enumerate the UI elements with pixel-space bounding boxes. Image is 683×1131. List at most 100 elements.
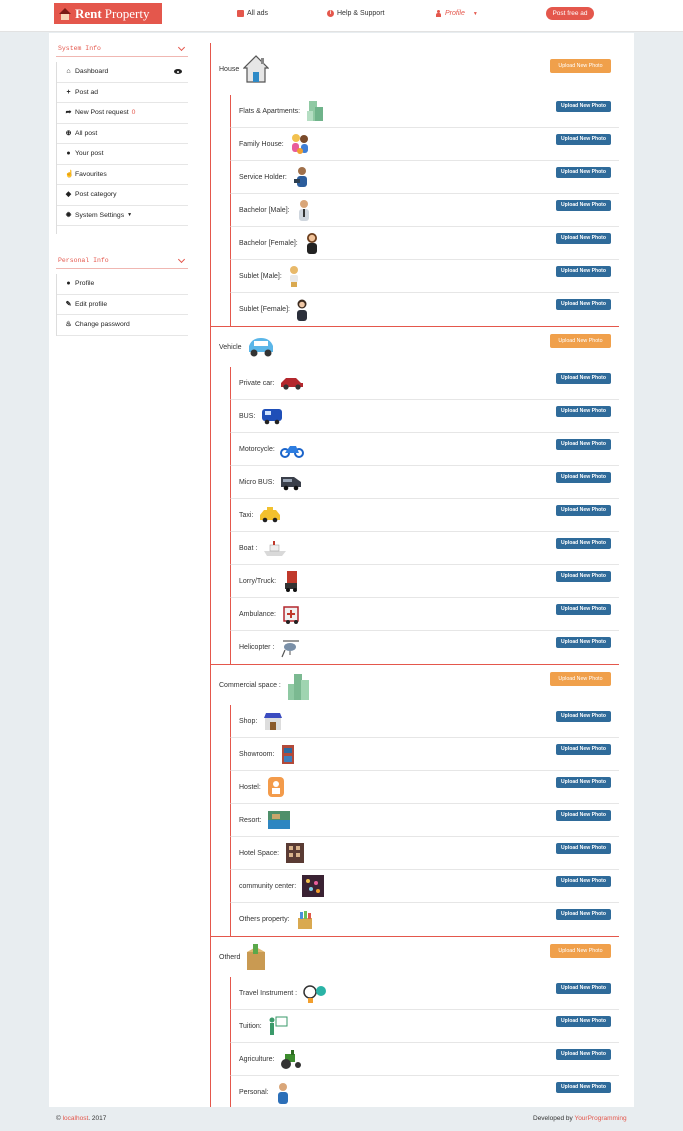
upload-photo-button[interactable]: Upload New Photo (556, 1082, 611, 1093)
upload-photo-button[interactable]: Upload New Photo (556, 604, 611, 615)
nav-help-support[interactable]: i Help & Support (327, 10, 384, 17)
category-vehicle: Vehicle Upload New Photo Private car: Up… (210, 327, 619, 665)
sidebar-item-change-password[interactable]: ♨ Change password (57, 315, 188, 336)
subcategory-row: Showroom: Upload New Photo (230, 738, 619, 771)
sidebar-item-post-ad[interactable]: + Post ad (57, 83, 188, 103)
nav-all-ads[interactable]: All ads (237, 10, 268, 17)
site-logo[interactable]: Rent Property (54, 3, 162, 24)
subcategory-name: community center: (239, 882, 297, 890)
upload-photo-button[interactable]: Upload New Photo (556, 538, 611, 549)
subcategory-name: Shop: (239, 717, 258, 725)
subcategory-row: Tuition: Upload New Photo (230, 1010, 619, 1043)
subcategory-name: Taxi: (239, 511, 254, 519)
sidebar-item-new-post-request[interactable]: ➦ New Post request 0 (57, 103, 188, 124)
sidebar-item-your-post[interactable]: ● Your post (57, 144, 188, 165)
subcategory-name: Family House: (239, 140, 284, 148)
subcategory-row: Bachelor [Female]: Upload New Photo (230, 227, 619, 260)
upload-photo-button[interactable]: Upload New Photo (556, 406, 611, 417)
subcategory-name: Ambulance: (239, 610, 276, 618)
upload-photo-button[interactable]: Upload New Photo (556, 200, 611, 211)
subcategory-row: community center: Upload New Photo (230, 870, 619, 903)
subcategory-name: Private car: (239, 379, 275, 387)
sidebar-item-label: Favourites (75, 170, 107, 178)
upload-photo-button[interactable]: Upload New Photo (556, 1049, 611, 1060)
upload-photo-button[interactable]: Upload New Photo (550, 672, 611, 686)
helicopter-icon (281, 639, 300, 657)
subcategory-row: Taxi: Upload New Photo (230, 499, 619, 532)
subcategory-name: Travel Instrument : (239, 989, 298, 997)
micro-bus-icon (281, 477, 302, 491)
upload-photo-button[interactable]: Upload New Photo (556, 134, 611, 145)
subcategory-row: Resort: Upload New Photo (230, 804, 619, 837)
subcategory-name: Bachelor [Female]: (239, 239, 298, 247)
upload-photo-button[interactable]: Upload New Photo (556, 983, 611, 994)
truck-icon (285, 571, 298, 592)
sidebar-item-label: System Settings (75, 211, 125, 219)
category-name: Vehicle (219, 343, 242, 351)
upload-photo-button[interactable]: Upload New Photo (556, 505, 611, 516)
sidebar-item-dashboard[interactable]: ⌂ Dashboard (57, 62, 188, 83)
sidebar-item-profile[interactable]: ● Profile (57, 274, 188, 295)
subcategory-row: Flats & Apartments: Upload New Photo (230, 95, 619, 128)
upload-photo-button[interactable]: Upload New Photo (556, 299, 611, 310)
upload-photo-button[interactable]: Upload New Photo (550, 59, 611, 73)
upload-photo-button[interactable]: Upload New Photo (556, 711, 611, 722)
post-free-ad-button[interactable]: Post free ad (546, 7, 594, 20)
footer-host-link[interactable]: localhost (63, 1115, 89, 1122)
family-icon (291, 134, 308, 154)
sidebar-item-label: Your post (75, 150, 104, 158)
edit-icon: ✎ (65, 300, 72, 308)
nav-help-label: Help & Support (337, 10, 385, 17)
subcategory-name: Flats & Apartments: (239, 107, 301, 115)
request-count-badge: 0 (131, 109, 136, 117)
upload-photo-button[interactable]: Upload New Photo (550, 944, 611, 958)
tuition-icon (269, 1016, 288, 1035)
eye-icon[interactable] (174, 69, 182, 74)
upload-photo-button[interactable]: Upload New Photo (556, 571, 611, 582)
upload-photo-button[interactable]: Upload New Photo (550, 334, 611, 348)
hotel-space-icon (286, 843, 305, 863)
subcategory-name: Showroom: (239, 750, 275, 758)
category-otherd: Otherd Upload New Photo Travel Instrumen… (210, 937, 619, 1110)
subcategory-row: BUS: Upload New Photo (230, 400, 619, 433)
plus-icon: + (66, 88, 71, 96)
nav-profile-dropdown[interactable]: Profile ▼ (435, 10, 478, 17)
sidebar-item-favourites[interactable]: ☝ Favourites (57, 165, 188, 185)
sidebar-item-system-settings[interactable]: ✹ System Settings ▼ (57, 206, 188, 226)
subcategory-name: Motorcycle: (239, 445, 275, 453)
upload-photo-button[interactable]: Upload New Photo (556, 876, 611, 887)
upload-photo-button[interactable]: Upload New Photo (556, 810, 611, 821)
upload-photo-button[interactable]: Upload New Photo (556, 744, 611, 755)
upload-photo-button[interactable]: Upload New Photo (556, 373, 611, 384)
thumbs-up-icon: ☝ (65, 170, 74, 178)
upload-photo-button[interactable]: Upload New Photo (556, 101, 611, 112)
resort-icon (267, 811, 290, 829)
system-info-header[interactable]: System Info (56, 41, 188, 57)
sidebar-item-edit-profile[interactable]: ✎ Edit profile (57, 295, 188, 315)
car-icon (248, 338, 273, 357)
footer-developer-link[interactable]: YourProgramming (574, 1115, 626, 1122)
chevron-down-icon (177, 43, 186, 51)
subcategory-name: Sublet [Male]: (239, 272, 282, 280)
sidebar-item-all-post[interactable]: ⊕ All post (57, 124, 188, 144)
upload-photo-button[interactable]: Upload New Photo (556, 637, 611, 648)
upload-photo-button[interactable]: Upload New Photo (556, 266, 611, 277)
upload-photo-button[interactable]: Upload New Photo (556, 167, 611, 178)
upload-photo-button[interactable]: Upload New Photo (556, 439, 611, 450)
upload-photo-button[interactable]: Upload New Photo (556, 777, 611, 788)
footer-year: . 2017 (88, 1115, 107, 1122)
subcategory-row: Sublet [Female]: Upload New Photo (230, 293, 619, 326)
footer-developed-by: Developed by (533, 1115, 573, 1122)
folder-icon (237, 10, 244, 17)
upload-photo-button[interactable]: Upload New Photo (556, 233, 611, 244)
upload-photo-button[interactable]: Upload New Photo (556, 472, 611, 483)
apartment-building-icon (307, 101, 324, 121)
subcategory-row: Hotel Space: Upload New Photo (230, 837, 619, 870)
sidebar-item-post-category[interactable]: ◆ Post category (57, 185, 188, 206)
subcategory-row: Lorry/Truck: Upload New Photo (230, 565, 619, 598)
others-property-icon (297, 910, 312, 929)
upload-photo-button[interactable]: Upload New Photo (556, 909, 611, 920)
personal-info-header[interactable]: Personal Info (56, 253, 188, 269)
upload-photo-button[interactable]: Upload New Photo (556, 843, 611, 854)
upload-photo-button[interactable]: Upload New Photo (556, 1016, 611, 1027)
